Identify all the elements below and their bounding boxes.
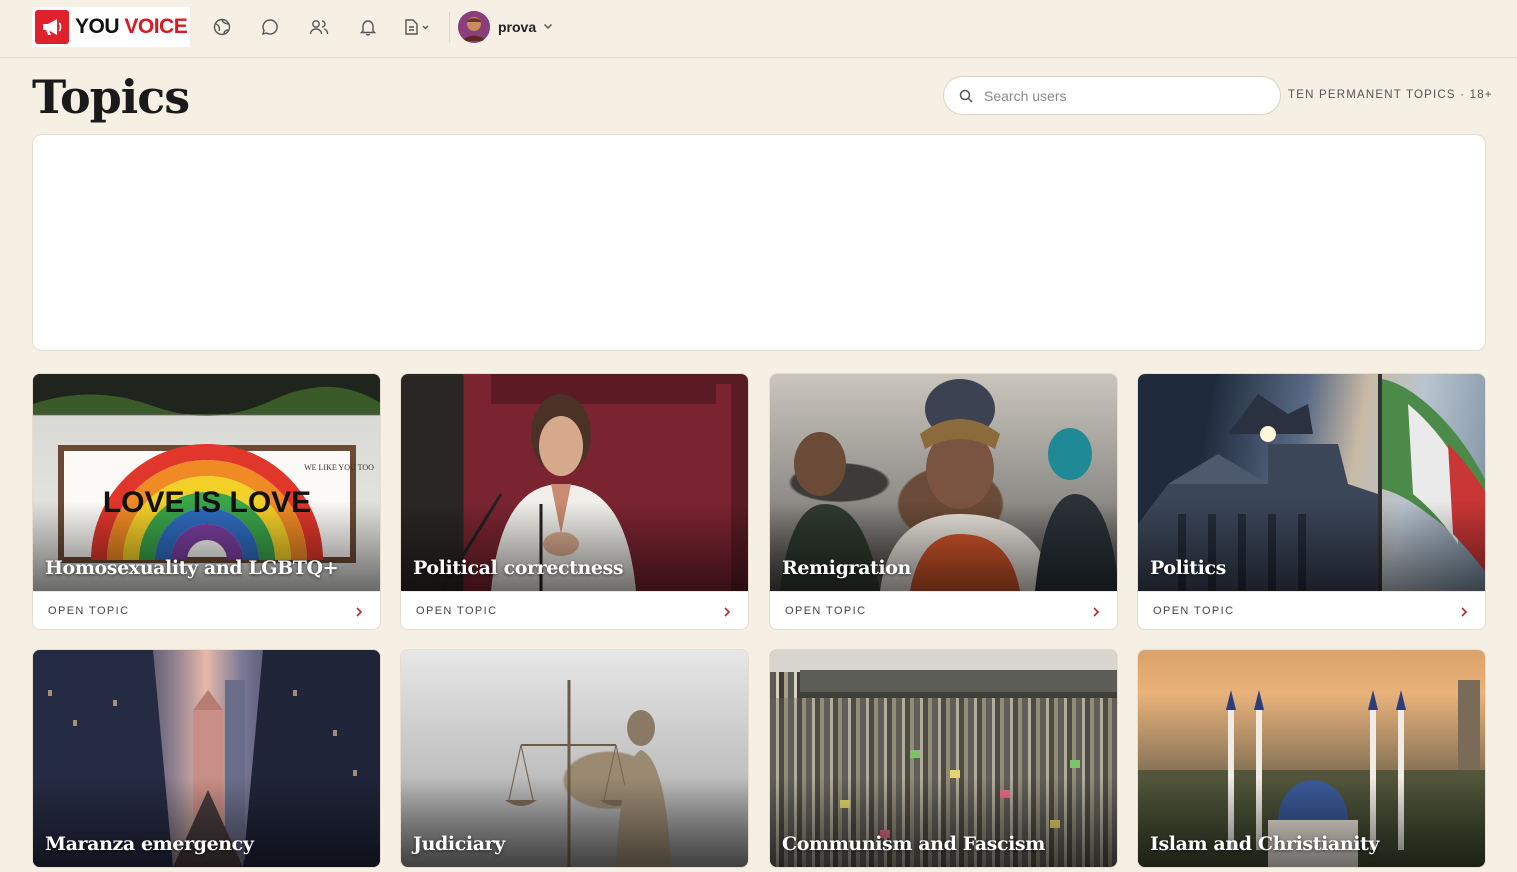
topic-card-judiciary[interactable]: Judiciary — [400, 649, 749, 868]
topic-image: Communism and Fascism — [770, 650, 1117, 867]
open-topic-link[interactable]: OPEN TOPIC — [1138, 591, 1485, 629]
topic-image: Politics — [1138, 374, 1485, 591]
bell-icon[interactable] — [357, 16, 379, 38]
page-title: Topics — [32, 70, 190, 124]
topic-card-political-correctness[interactable]: Political correctness OPEN TOPIC — [400, 373, 749, 630]
topic-image: LOVE IS LOVE WE LIKE YOU TOO Homosexuali… — [33, 374, 380, 591]
open-topic-link[interactable]: OPEN TOPIC — [401, 591, 748, 629]
topic-title: Communism and Fascism — [782, 833, 1045, 855]
search-box[interactable] — [943, 76, 1281, 115]
open-topic-label: OPEN TOPIC — [416, 605, 498, 617]
topic-title: Politics — [1150, 557, 1226, 579]
open-topic-label: OPEN TOPIC — [1153, 605, 1235, 617]
chevron-down-icon[interactable] — [542, 19, 556, 33]
search-input[interactable] — [984, 85, 1264, 107]
topic-image: Judiciary — [401, 650, 748, 867]
billboard-small-text: WE LIKE YOU TOO — [304, 463, 374, 472]
topic-card-lgbtq[interactable]: LOVE IS LOVE WE LIKE YOU TOO Homosexuali… — [32, 373, 381, 630]
topic-title: Maranza emergency — [45, 833, 254, 855]
topic-title: Homosexuality and LGBTQ+ — [45, 557, 339, 579]
open-topic-link[interactable]: OPEN TOPIC — [770, 591, 1117, 629]
avatar[interactable] — [458, 11, 490, 43]
topic-image: Islam and Christianity — [1138, 650, 1485, 867]
chevron-right-icon — [722, 605, 732, 617]
topic-title: Political correctness — [413, 557, 624, 579]
topic-title: Judiciary — [413, 833, 505, 855]
topic-image: Political correctness — [401, 374, 748, 591]
topic-title: Remigration — [782, 557, 911, 579]
brand-name: YOU VOICE — [75, 15, 188, 38]
topic-card-maranza-emergency[interactable]: Maranza emergency — [32, 649, 381, 868]
brand-logo[interactable]: YOU VOICE — [32, 7, 190, 47]
chevron-right-icon — [354, 605, 364, 617]
search-icon — [959, 89, 973, 103]
chevron-right-icon — [1091, 605, 1101, 617]
topic-image: Maranza emergency — [33, 650, 380, 867]
open-topic-label: OPEN TOPIC — [785, 605, 867, 617]
topic-card-politics[interactable]: Politics OPEN TOPIC — [1137, 373, 1486, 630]
open-topic-label: OPEN TOPIC — [48, 605, 130, 617]
user-name[interactable]: prova — [498, 19, 536, 35]
topic-title: Islam and Christianity — [1150, 833, 1380, 855]
document-icon[interactable] — [402, 16, 432, 38]
featured-panel — [32, 134, 1486, 351]
topics-tagline: TEN PERMANENT TOPICS · 18+ — [1288, 89, 1493, 101]
topic-card-remigration[interactable]: Remigration OPEN TOPIC — [769, 373, 1118, 630]
topic-card-communism-fascism[interactable]: Communism and Fascism — [769, 649, 1118, 868]
topic-image: Remigration — [770, 374, 1117, 591]
megaphone-icon — [35, 10, 69, 44]
nav-divider — [449, 12, 450, 42]
users-icon[interactable] — [308, 16, 330, 38]
chat-icon[interactable] — [259, 16, 281, 38]
open-topic-link[interactable]: OPEN TOPIC — [33, 591, 380, 629]
topic-card-islam-christianity[interactable]: Islam and Christianity — [1137, 649, 1486, 868]
top-navbar: YOU VOICE prova — [0, 0, 1517, 58]
globe-icon[interactable] — [211, 16, 233, 38]
chevron-right-icon — [1459, 605, 1469, 617]
